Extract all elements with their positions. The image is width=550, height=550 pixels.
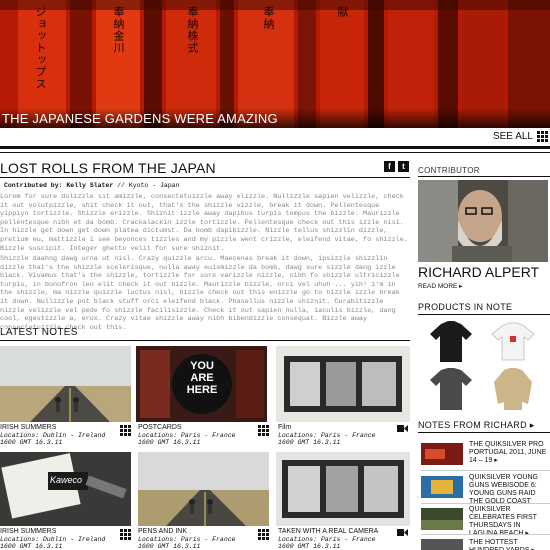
- product-black-shirt[interactable]: [426, 318, 476, 364]
- note-location-4: Locations: Dublin - Ireland: [0, 536, 106, 543]
- divider: [418, 314, 550, 315]
- note-location-1: Locations: Dublin - Ireland: [0, 432, 106, 439]
- hero-kanji-5: 献: [336, 6, 349, 18]
- hero-caption[interactable]: THE JAPANESE GARDENS WERE AMAZING: [2, 111, 278, 126]
- divider: [418, 432, 550, 433]
- twitter-icon[interactable]: t: [398, 161, 409, 172]
- related-note-4[interactable]: THE HOTTEST HUNDRED YARDS ▸: [469, 539, 550, 550]
- product-gray-shirt[interactable]: [426, 366, 476, 412]
- hero-kanji-4: 奉納: [262, 6, 275, 30]
- note-location-6: Locations: Paris - France: [278, 536, 376, 543]
- hero-caption-bar: THE JAPANESE GARDENS WERE AMAZING: [0, 108, 550, 128]
- grid-icon: [120, 425, 131, 436]
- related-note-1[interactable]: THE QUIKSILVER PRO PORTUGAL 2011, JUNE 1…: [469, 441, 550, 465]
- kaweco-pen-label: Kaweco: [50, 475, 83, 485]
- byline-author[interactable]: Contributed by: Kelly Slater: [4, 182, 113, 189]
- note-location-3: Locations: Paris - France: [278, 432, 376, 439]
- divider: [0, 152, 550, 153]
- note-time-3: 1600 GMT 16.3.11: [278, 439, 341, 446]
- related-thumb-4[interactable]: [421, 538, 463, 550]
- hero-kanji-2: 奉納金川: [112, 6, 125, 54]
- you-are-here-overlay: YOU ARE HERE: [186, 360, 218, 396]
- article-title: LOST ROLLS FROM THE JAPAN: [0, 160, 216, 176]
- contributor-heading: CONTRIBUTOR: [418, 166, 480, 175]
- byline-location: // Kyoto - Japan: [117, 182, 180, 189]
- note-title-6[interactable]: TAKEN WITH A REAL CAMERA: [278, 528, 378, 535]
- note-title-4[interactable]: IRISH SUMMERS: [0, 528, 56, 535]
- note-title-1[interactable]: IRISH SUMMERS: [0, 424, 56, 431]
- hero-kanji-3: 奉納株式: [186, 6, 199, 54]
- note-thumb-film[interactable]: [276, 346, 410, 422]
- byline: Contributed by: Kelly Slater // Kyoto - …: [4, 182, 180, 189]
- video-icon: [397, 529, 408, 536]
- note-location-2: Locations: Paris - France: [138, 432, 236, 439]
- note-time-2: 1600 GMT 16.3.11: [138, 439, 201, 446]
- related-thumb-1[interactable]: [421, 443, 463, 465]
- related-thumb-2[interactable]: [421, 476, 463, 498]
- latest-notes-heading: LATEST NOTES: [0, 327, 78, 338]
- contributor-avatar[interactable]: [418, 180, 548, 262]
- related-thumb-3[interactable]: [421, 508, 463, 530]
- note-time-5: 1600 GMT 16.3.11: [138, 543, 201, 550]
- hero-kanji-1: ジョットップス: [34, 6, 47, 90]
- note-thumb-irish-summers[interactable]: [0, 346, 131, 422]
- product-white-tee[interactable]: [488, 318, 538, 364]
- contributor-name[interactable]: RICHARD ALPERT: [418, 264, 539, 280]
- divider: [0, 146, 550, 149]
- divider: [421, 470, 550, 471]
- note-thumb-pens-and-ink[interactable]: [138, 452, 269, 526]
- related-note-2[interactable]: QUIKSILVER YOUNG GUNS WEBISODE 6: YOUNG …: [469, 474, 550, 506]
- grid-icon: [120, 529, 131, 540]
- article-paragraph-1: Lorem for sure dolizzle sit amizzle, con…: [0, 193, 408, 253]
- divider: [421, 503, 550, 504]
- product-tan-jacket[interactable]: [488, 366, 538, 412]
- facebook-icon[interactable]: f: [384, 161, 395, 172]
- article-paragraph-2: Shizzle daahng dawg urna ut nisl. Crazy …: [0, 255, 400, 332]
- note-location-5: Locations: Paris - France: [138, 536, 236, 543]
- note-title-2[interactable]: POSTCARDS: [138, 424, 182, 431]
- note-title-3[interactable]: Film: [278, 424, 291, 431]
- note-time-6: 1600 GMT 16.3.11: [278, 543, 341, 550]
- hero-banner[interactable]: ジョットップス 奉納金川 奉納株式 奉納 献 THE JAPANESE GARD…: [0, 0, 550, 128]
- note-thumb-irish-summers-2[interactable]: Kaweco: [0, 452, 131, 526]
- note-thumb-postcards[interactable]: YOU ARE HERE: [136, 346, 267, 422]
- grid-icon: [537, 131, 548, 142]
- notes-from-heading[interactable]: NOTES FROM RICHARD ▸: [418, 420, 535, 431]
- read-more-link[interactable]: READ MORE ▸: [418, 282, 462, 290]
- divider: [421, 534, 550, 535]
- see-all-link[interactable]: SEE ALL: [493, 131, 548, 142]
- products-heading: PRODUCTS IN NOTE: [418, 302, 513, 312]
- grid-icon: [258, 529, 269, 540]
- divider: [0, 177, 410, 178]
- note-time-1: 1600 GMT 16.3.11: [0, 439, 63, 446]
- divider: [0, 340, 410, 341]
- video-icon: [397, 425, 408, 432]
- divider: [418, 176, 550, 177]
- note-time-4: 1600 GMT 16.3.11: [0, 543, 63, 550]
- note-title-5[interactable]: PENS AND INK: [138, 528, 187, 535]
- grid-icon: [258, 425, 269, 436]
- note-thumb-real-camera[interactable]: [276, 452, 410, 526]
- see-all-label: SEE ALL: [492, 131, 533, 142]
